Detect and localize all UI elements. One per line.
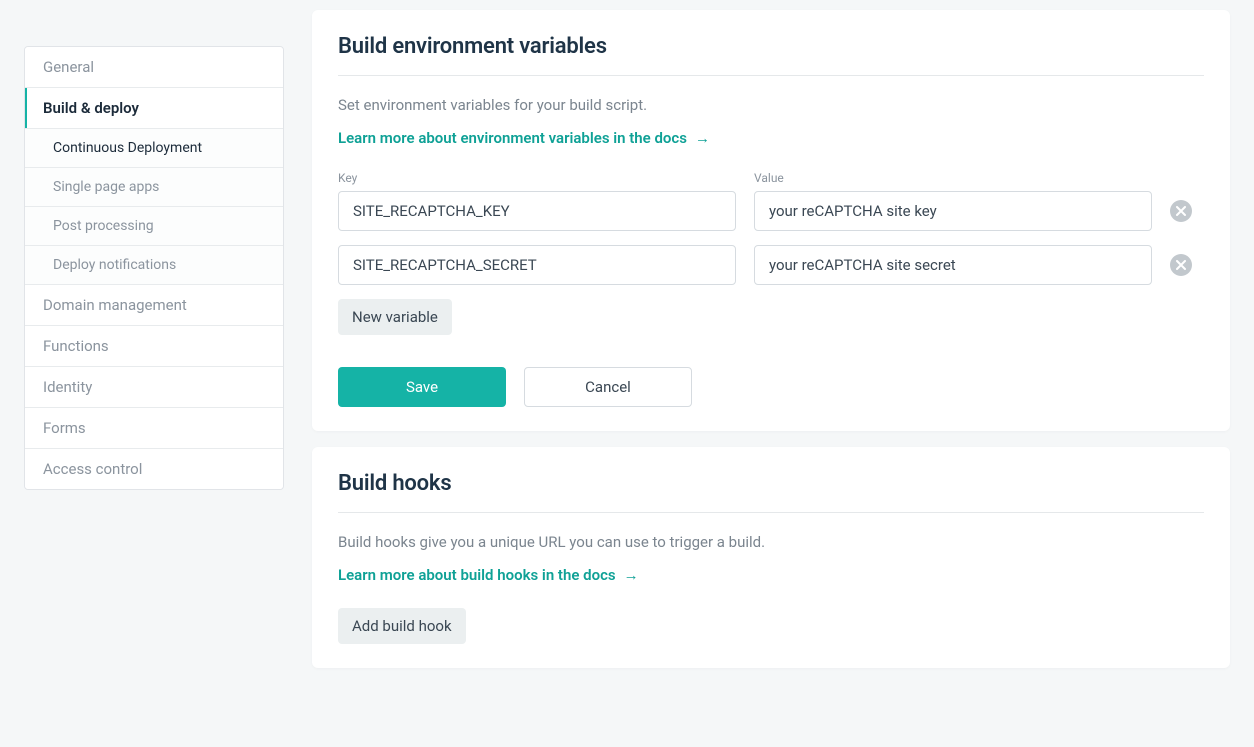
build-hooks-docs-link[interactable]: Learn more about build hooks in the docs…: [338, 566, 639, 584]
link-text: Learn more about build hooks in the docs: [338, 566, 616, 584]
build-hooks-description: Build hooks give you a unique URL you ca…: [338, 533, 1204, 551]
env-var-row: [338, 245, 1204, 285]
env-vars-docs-link[interactable]: Learn more about environment variables i…: [338, 129, 710, 147]
delete-row-button[interactable]: [1170, 254, 1192, 276]
new-variable-row: New variable: [338, 299, 1204, 335]
save-button[interactable]: Save: [338, 367, 506, 407]
sidebar-sub-post-processing[interactable]: Post processing: [25, 207, 283, 246]
main-content: Build environment variables Set environm…: [312, 10, 1230, 668]
env-key-input[interactable]: [338, 245, 736, 285]
sidebar-sub-single-page-apps[interactable]: Single page apps: [25, 168, 283, 207]
link-text: Learn more about environment variables i…: [338, 129, 687, 147]
env-value-input[interactable]: [754, 245, 1152, 285]
value-column-label: Value: [754, 171, 1152, 185]
env-value-input[interactable]: [754, 191, 1152, 231]
sidebar-list: General Build & deploy Continuous Deploy…: [24, 46, 284, 490]
new-variable-button[interactable]: New variable: [338, 299, 452, 335]
sidebar-item-access-control[interactable]: Access control: [25, 449, 283, 489]
sidebar-item-build-deploy[interactable]: Build & deploy: [25, 88, 283, 129]
env-actions: Save Cancel: [338, 367, 1204, 407]
close-icon: [1176, 260, 1186, 270]
sidebar-item-identity[interactable]: Identity: [25, 367, 283, 408]
sidebar-sub-deploy-notifications[interactable]: Deploy notifications: [25, 246, 283, 285]
settings-sidebar: General Build & deploy Continuous Deploy…: [24, 46, 284, 668]
key-column-label: Key: [338, 171, 736, 185]
close-icon: [1176, 206, 1186, 216]
sidebar-item-forms[interactable]: Forms: [25, 408, 283, 449]
add-build-hook-button[interactable]: Add build hook: [338, 608, 466, 644]
arrow-right-icon: →: [695, 129, 710, 147]
delete-row-button[interactable]: [1170, 200, 1192, 222]
build-hooks-title: Build hooks: [338, 471, 1204, 496]
sidebar-item-general[interactable]: General: [25, 47, 283, 88]
add-hook-row: Add build hook: [338, 608, 1204, 644]
env-vars-description: Set environment variables for your build…: [338, 96, 1204, 114]
env-var-row: [338, 191, 1204, 231]
arrow-right-icon: →: [624, 566, 639, 584]
sidebar-item-functions[interactable]: Functions: [25, 326, 283, 367]
env-form-header: Key Value: [338, 171, 1204, 185]
divider: [338, 75, 1204, 76]
divider: [338, 512, 1204, 513]
sidebar-sub-continuous-deployment[interactable]: Continuous Deployment: [25, 129, 283, 168]
cancel-button[interactable]: Cancel: [524, 367, 692, 407]
env-vars-title: Build environment variables: [338, 34, 1204, 59]
sidebar-item-domain-management[interactable]: Domain management: [25, 285, 283, 326]
env-vars-card: Build environment variables Set environm…: [312, 10, 1230, 431]
build-hooks-card: Build hooks Build hooks give you a uniqu…: [312, 447, 1230, 668]
env-key-input[interactable]: [338, 191, 736, 231]
